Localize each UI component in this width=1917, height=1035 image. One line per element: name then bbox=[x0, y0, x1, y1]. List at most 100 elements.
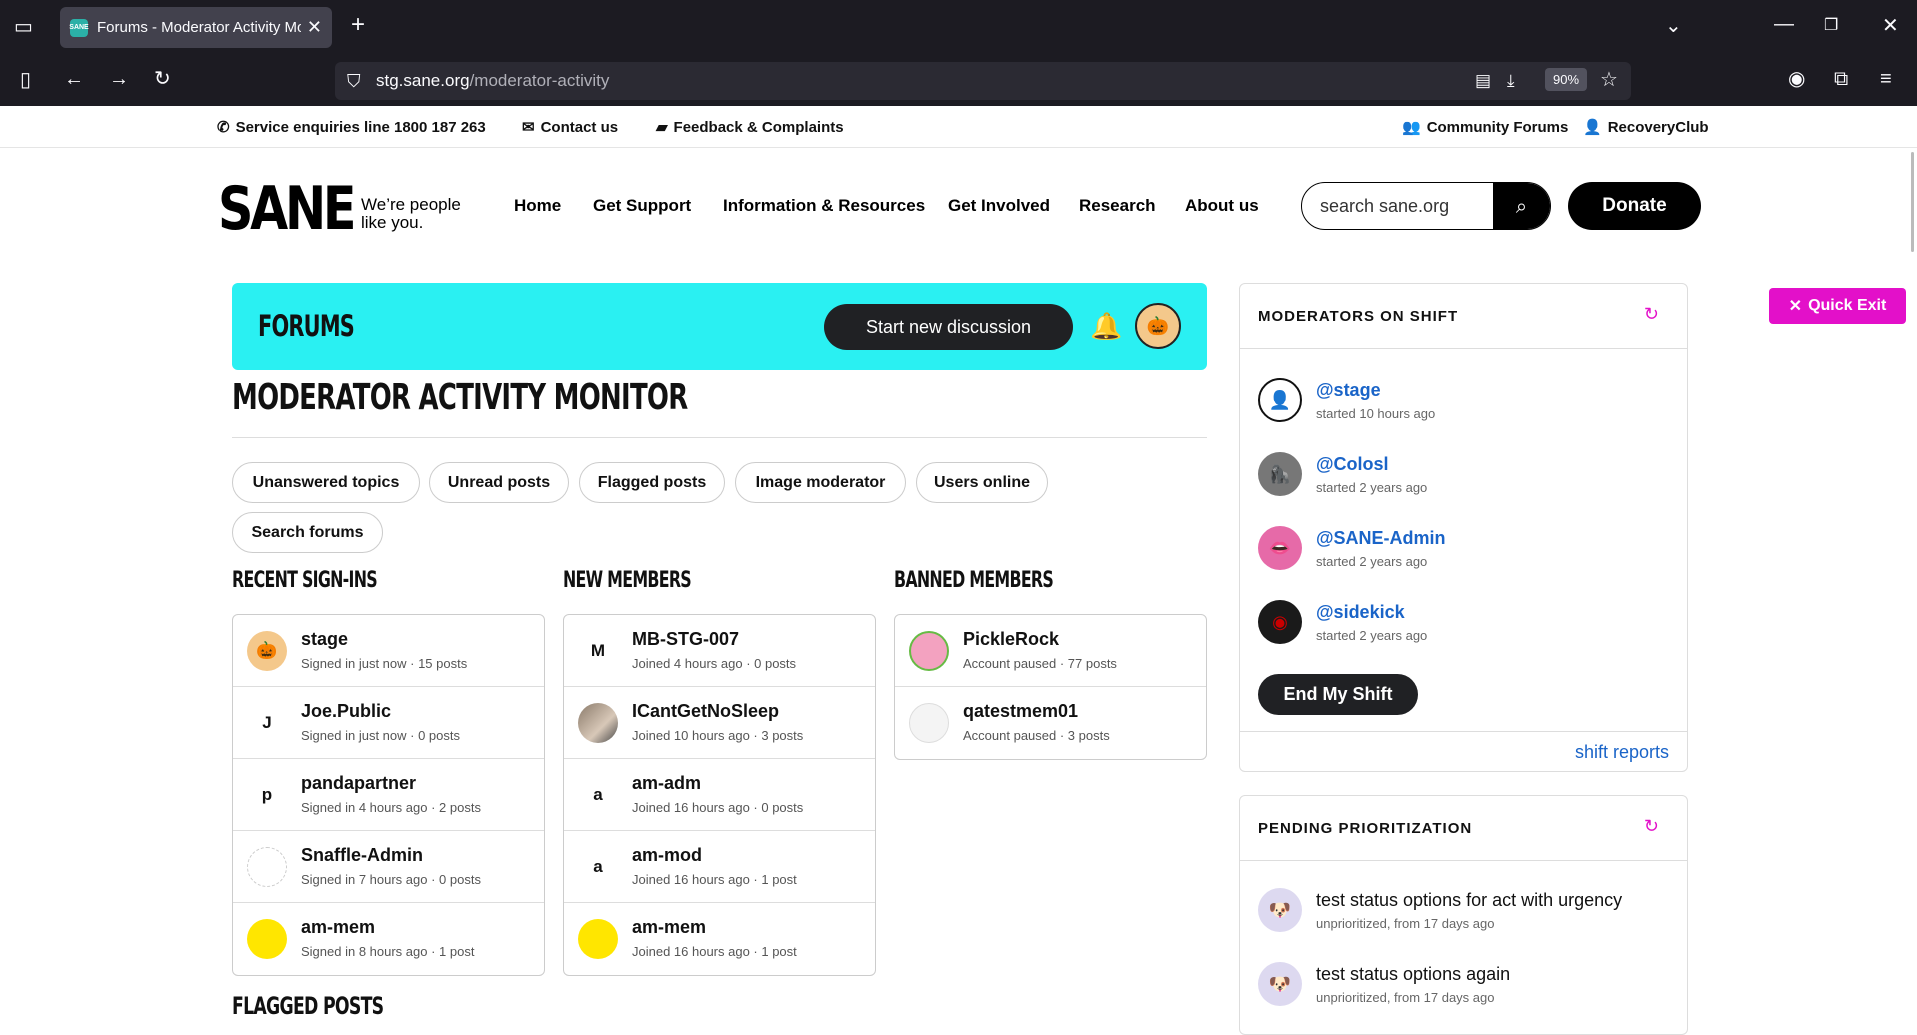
tab-overflow-icon[interactable]: ⌄ bbox=[1665, 16, 1682, 36]
url-bar[interactable]: ⛉ stg.sane.org/moderator-activity ▤ ⤓ 90… bbox=[335, 62, 1631, 100]
list-item[interactable]: 🐶 test status options for act with urgen… bbox=[1258, 888, 1678, 948]
quick-exit-button[interactable]: ✕ Quick Exit bbox=[1769, 288, 1906, 324]
user-icon: 👤 bbox=[1583, 119, 1602, 136]
close-tab-icon[interactable]: ✕ bbox=[307, 17, 322, 38]
list-item[interactable]: J Joe.Public Signed in just now · 0 post… bbox=[233, 687, 544, 759]
filter-search-forums[interactable]: Search forums bbox=[232, 512, 383, 553]
list-item[interactable]: M MB-STG-007 Joined 4 hours ago · 0 post… bbox=[564, 615, 875, 687]
list-item: 👄 @SANE-Admin started 2 years ago bbox=[1258, 526, 1678, 586]
avatar: 👄 bbox=[1258, 526, 1302, 570]
bookmark-star-icon[interactable]: ☆ bbox=[1600, 70, 1618, 90]
member-name[interactable]: PickleRock bbox=[963, 629, 1059, 650]
pending-detail: unprioritized, from 17 days ago bbox=[1316, 916, 1495, 931]
member-detail: Signed in 8 hours ago · 1 post bbox=[301, 944, 475, 959]
list-item[interactable]: qatestmem01 Account paused · 3 posts bbox=[895, 687, 1206, 759]
filter-unread-posts[interactable]: Unread posts bbox=[429, 462, 569, 503]
list-item[interactable]: am-mem Joined 16 hours ago · 1 post bbox=[564, 903, 875, 975]
recovery-club-link[interactable]: 👤 RecoveryClub bbox=[1583, 118, 1709, 137]
member-name[interactable]: ICantGetNoSleep bbox=[632, 701, 779, 722]
start-discussion-button[interactable]: Start new discussion bbox=[824, 304, 1073, 350]
new-members-list: M MB-STG-007 Joined 4 hours ago · 0 post… bbox=[563, 614, 876, 976]
shift-reports-link[interactable]: shift reports bbox=[1575, 742, 1669, 763]
moderator-link[interactable]: @Colosl bbox=[1316, 454, 1389, 475]
nav-about-us[interactable]: About us bbox=[1185, 196, 1259, 216]
nav-get-support[interactable]: Get Support bbox=[593, 196, 691, 216]
download-icon[interactable]: ⤓ bbox=[1507, 71, 1515, 91]
nav-home[interactable]: Home bbox=[514, 196, 561, 216]
url-text[interactable]: stg.sane.org/moderator-activity bbox=[376, 71, 609, 91]
member-name[interactable]: am-mem bbox=[301, 917, 375, 938]
search-icon: ⌕ bbox=[1515, 195, 1528, 218]
favicon-icon: SANE bbox=[69, 18, 89, 37]
nav-get-involved[interactable]: Get Involved bbox=[948, 196, 1050, 216]
member-name[interactable]: Snaffle-Admin bbox=[301, 845, 423, 866]
member-detail: Signed in 7 hours ago · 0 posts bbox=[301, 872, 481, 887]
search-button[interactable]: ⌕ bbox=[1493, 183, 1550, 229]
extensions-icon[interactable]: ⧉ bbox=[1834, 69, 1848, 89]
avatar[interactable]: 🎃 bbox=[1135, 303, 1181, 349]
list-item[interactable]: 🐶 test status options again unprioritize… bbox=[1258, 962, 1678, 1022]
member-name[interactable]: MB-STG-007 bbox=[632, 629, 739, 650]
donate-button[interactable]: Donate bbox=[1568, 182, 1701, 230]
sane-logo[interactable]: SANE bbox=[218, 174, 356, 244]
flagged-posts-heading: FLAGGED POSTS bbox=[232, 992, 384, 1020]
recent-signins-heading: RECENT SIGN-INS bbox=[232, 568, 378, 593]
search-input[interactable]: search sane.org bbox=[1320, 196, 1449, 217]
reload-icon[interactable]: ↻ bbox=[154, 69, 171, 89]
avatar: ◉ bbox=[1258, 600, 1302, 644]
filter-users-online[interactable]: Users online bbox=[916, 462, 1048, 503]
pending-title[interactable]: test status options again bbox=[1316, 964, 1510, 985]
nav-research[interactable]: Research bbox=[1079, 196, 1156, 216]
member-name[interactable]: am-adm bbox=[632, 773, 701, 794]
list-item[interactable]: ICantGetNoSleep Joined 10 hours ago · 3 … bbox=[564, 687, 875, 759]
list-item[interactable]: a am-adm Joined 16 hours ago · 0 posts bbox=[564, 759, 875, 831]
pending-title[interactable]: test status options for act with urgency bbox=[1316, 890, 1622, 911]
forward-icon[interactable]: → bbox=[109, 69, 129, 89]
moderator-link[interactable]: @stage bbox=[1316, 380, 1381, 401]
sidebar-icon[interactable]: ▯ bbox=[20, 70, 31, 90]
scrollbar[interactable] bbox=[1911, 152, 1914, 252]
member-detail: Signed in 4 hours ago · 2 posts bbox=[301, 800, 481, 815]
list-item[interactable]: a am-mod Joined 16 hours ago · 1 post bbox=[564, 831, 875, 903]
contact-link[interactable]: ✉ Contact us bbox=[522, 118, 618, 137]
shield-icon[interactable]: ⛉ bbox=[347, 71, 361, 91]
back-icon[interactable]: ← bbox=[64, 69, 84, 89]
list-item[interactable]: p pandapartner Signed in 4 hours ago · 2… bbox=[233, 759, 544, 831]
list-item[interactable]: am-mem Signed in 8 hours ago · 1 post bbox=[233, 903, 544, 975]
community-forums-link[interactable]: 👥 Community Forums bbox=[1402, 118, 1568, 137]
list-item[interactable]: Snaffle-Admin Signed in 7 hours ago · 0 … bbox=[233, 831, 544, 903]
moderator-link[interactable]: @SANE-Admin bbox=[1316, 528, 1446, 549]
filter-flagged-posts[interactable]: Flagged posts bbox=[579, 462, 725, 503]
refresh-icon[interactable]: ↻ bbox=[1644, 816, 1659, 837]
reader-view-icon[interactable]: ▤ bbox=[1475, 71, 1491, 91]
list-item[interactable]: 🎃 stage Signed in just now · 15 posts bbox=[233, 615, 544, 687]
new-tab-icon[interactable]: + bbox=[351, 13, 365, 37]
bell-icon[interactable]: 🔔 bbox=[1090, 311, 1122, 342]
member-name[interactable]: am-mod bbox=[632, 845, 702, 866]
refresh-icon[interactable]: ↻ bbox=[1644, 304, 1659, 325]
restore-icon[interactable]: ❐ bbox=[1824, 16, 1838, 36]
member-name[interactable]: Joe.Public bbox=[301, 701, 391, 722]
member-name[interactable]: pandapartner bbox=[301, 773, 416, 794]
feedback-link[interactable]: ▰ Feedback & Complaints bbox=[656, 118, 844, 137]
filter-unanswered-topics[interactable]: Unanswered topics bbox=[232, 462, 420, 503]
zoom-level[interactable]: 90% bbox=[1545, 68, 1588, 91]
member-name[interactable]: stage bbox=[301, 629, 348, 650]
service-enquiries-link[interactable]: ✆ Service enquiries line 1800 187 263 bbox=[217, 118, 486, 137]
list-item[interactable]: PickleRock Account paused · 77 posts bbox=[895, 615, 1206, 687]
member-name[interactable]: am-mem bbox=[632, 917, 706, 938]
account-icon[interactable]: ◉ bbox=[1788, 69, 1805, 89]
member-name[interactable]: qatestmem01 bbox=[963, 701, 1078, 722]
recent-signins-list: 🎃 stage Signed in just now · 15 posts J … bbox=[232, 614, 545, 976]
tab-list-icon[interactable]: ▭ bbox=[14, 17, 33, 37]
moderator-link[interactable]: @sidekick bbox=[1316, 602, 1405, 623]
nav-information-resources[interactable]: Information & Resources bbox=[723, 196, 925, 216]
new-members-heading: NEW MEMBERS bbox=[563, 568, 692, 593]
menu-icon[interactable]: ≡ bbox=[1880, 69, 1892, 89]
end-shift-button[interactable]: End My Shift bbox=[1258, 674, 1418, 715]
close-window-icon[interactable]: ✕ bbox=[1882, 16, 1899, 36]
minimize-icon[interactable]: — bbox=[1774, 14, 1794, 34]
browser-tab[interactable]: SANE Forums - Moderator Activity Mo ✕ bbox=[60, 7, 332, 48]
filter-image-moderator[interactable]: Image moderator bbox=[735, 462, 906, 503]
forums-title[interactable]: FORUMS bbox=[258, 309, 355, 343]
